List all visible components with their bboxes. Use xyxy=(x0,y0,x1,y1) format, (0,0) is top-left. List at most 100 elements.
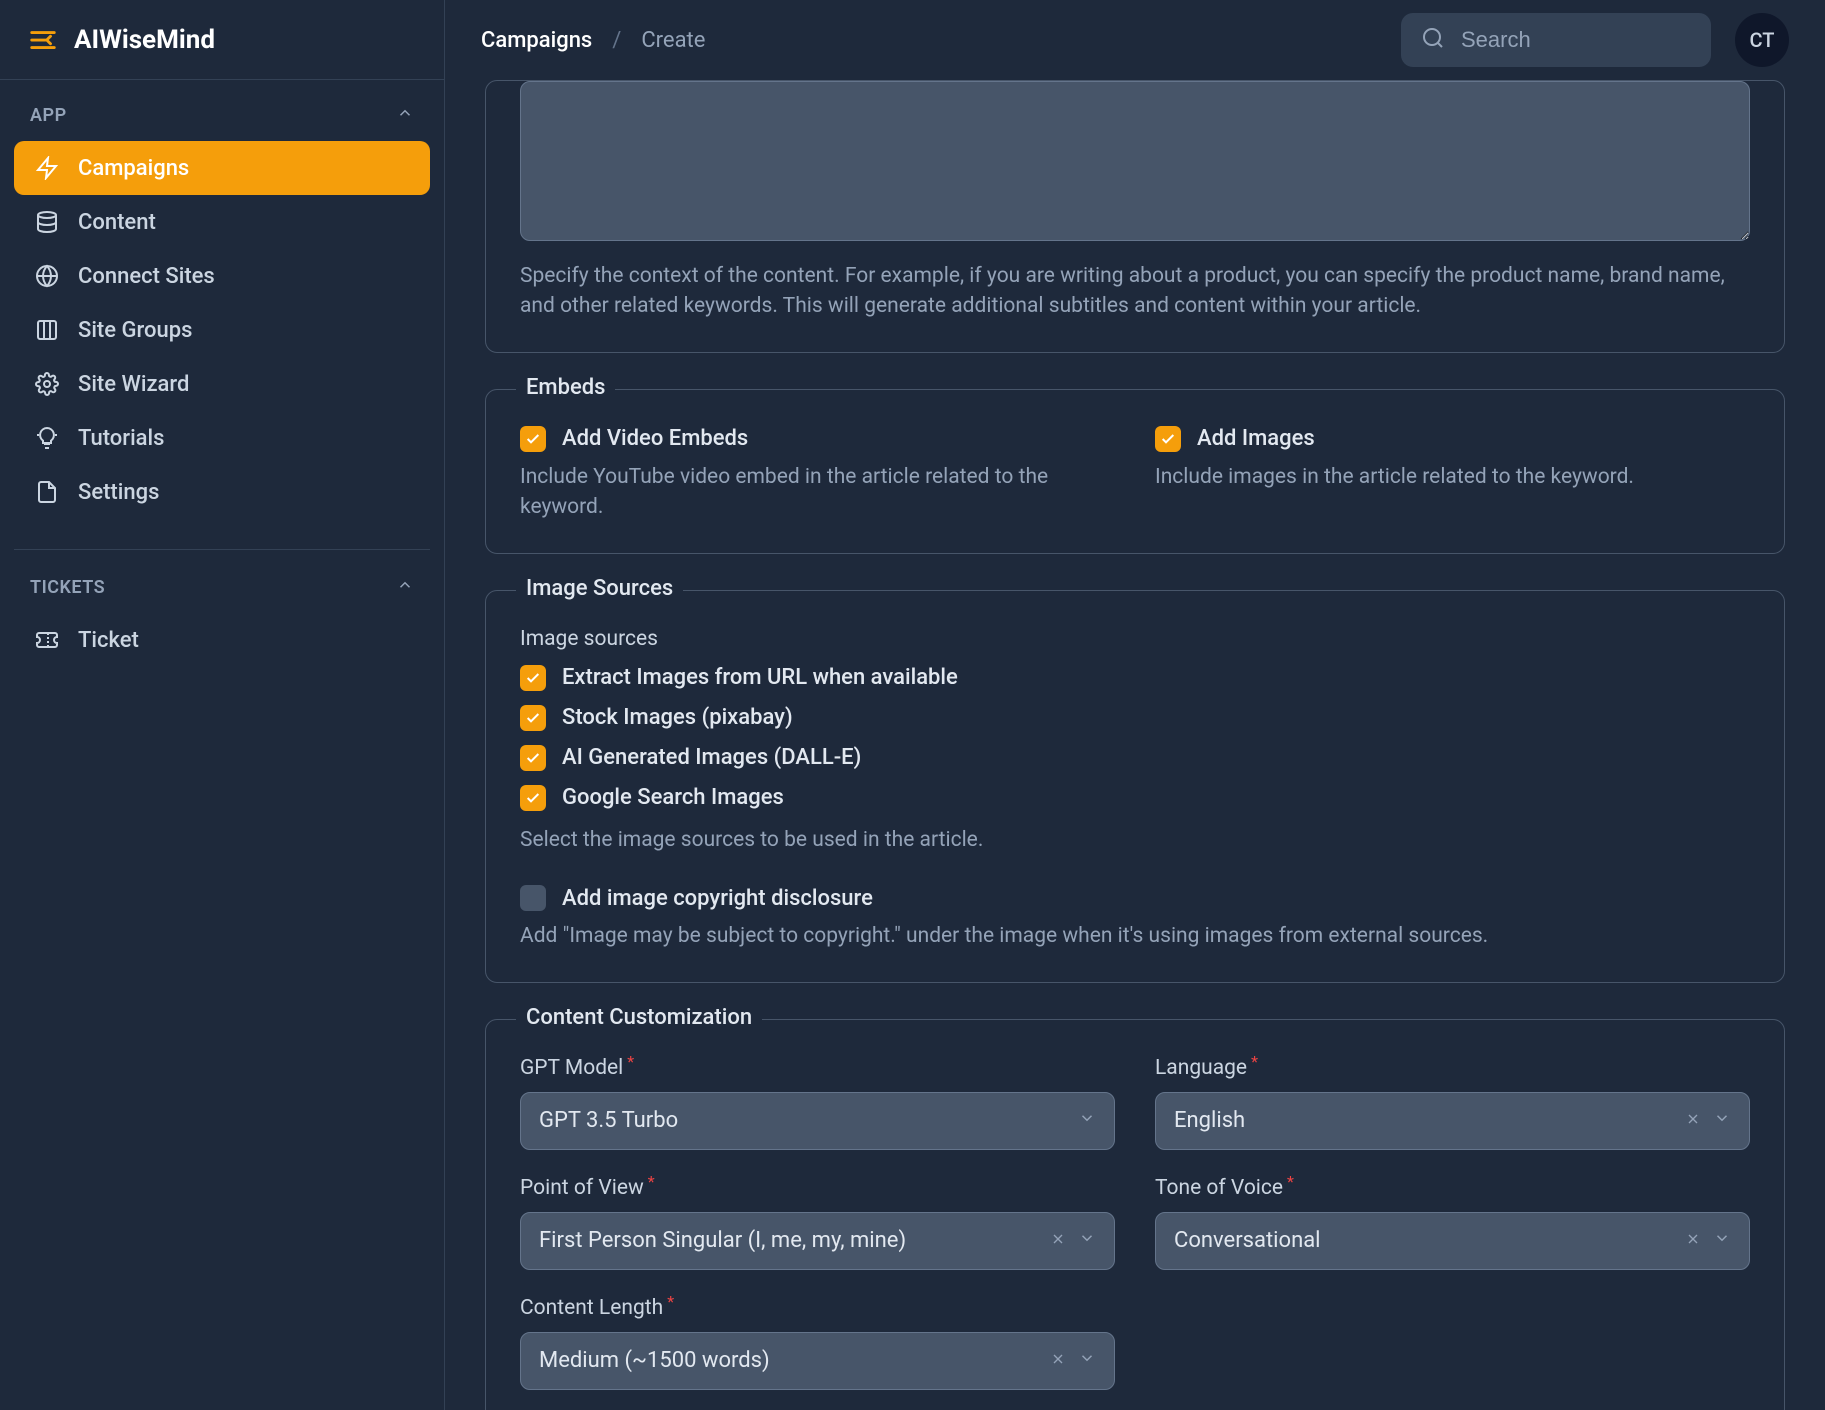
pov-select[interactable]: First Person Singular (I, me, my, mine) xyxy=(520,1212,1115,1270)
pov-label: Point of View xyxy=(520,1176,644,1200)
sidebar-item-site-groups[interactable]: Site Groups xyxy=(14,303,430,357)
language-label: Language xyxy=(1155,1056,1247,1080)
sidebar-item-label: Ticket xyxy=(78,628,139,653)
required-indicator: * xyxy=(667,1292,674,1316)
length-value: Medium (~1500 words) xyxy=(539,1348,1050,1373)
pov-value: First Person Singular (I, me, my, mine) xyxy=(539,1228,1050,1253)
customization-fieldset: Content Customization GPT Model* GPT 3.5… xyxy=(485,1019,1785,1410)
columns-icon xyxy=(34,317,60,343)
length-select[interactable]: Medium (~1500 words) xyxy=(520,1332,1115,1390)
embeds-legend: Embeds xyxy=(516,375,615,400)
image-sources-legend: Image Sources xyxy=(516,576,683,601)
add-images-label: Add Images xyxy=(1197,426,1315,451)
sidebar-item-label: Settings xyxy=(78,480,159,505)
sidebar-item-tutorials[interactable]: Tutorials xyxy=(14,411,430,465)
clear-icon[interactable] xyxy=(1050,1348,1066,1373)
source-extract-url-checkbox[interactable] xyxy=(520,665,546,691)
clear-icon[interactable] xyxy=(1685,1108,1701,1133)
required-indicator: * xyxy=(1287,1172,1294,1196)
chevron-down-icon xyxy=(1713,1108,1731,1133)
sidebar-item-label: Site Groups xyxy=(78,318,192,343)
search-icon xyxy=(1421,26,1445,54)
sidebar-item-label: Content xyxy=(78,210,156,235)
topbar: Campaigns / Create CT xyxy=(445,0,1825,80)
sidebar-item-content[interactable]: Content xyxy=(14,195,430,249)
content: Specify the context of the content. For … xyxy=(445,80,1825,1410)
source-option-label: Extract Images from URL when available xyxy=(562,665,958,690)
main: Campaigns / Create CT Specify the contex… xyxy=(445,0,1825,1410)
breadcrumb: Campaigns / Create xyxy=(481,28,705,53)
source-pixabay-checkbox[interactable] xyxy=(520,705,546,731)
length-label: Content Length xyxy=(520,1296,663,1320)
sidebar-section-tickets: TICKETS Ticket xyxy=(0,570,444,677)
tone-value: Conversational xyxy=(1174,1228,1685,1253)
avatar[interactable]: CT xyxy=(1735,13,1789,67)
lightning-icon xyxy=(34,155,60,181)
lightbulb-icon xyxy=(34,425,60,451)
sidebar-item-label: Site Wizard xyxy=(78,372,189,397)
clear-icon[interactable] xyxy=(1685,1228,1701,1253)
language-value: English xyxy=(1174,1108,1685,1133)
sidebar-item-settings[interactable]: Settings xyxy=(14,465,430,519)
required-indicator: * xyxy=(627,1052,634,1076)
sidebar-item-site-wizard[interactable]: Site Wizard xyxy=(14,357,430,411)
sidebar-item-connect-sites[interactable]: Connect Sites xyxy=(14,249,430,303)
gear-icon xyxy=(34,371,60,397)
context-group: Specify the context of the content. For … xyxy=(485,80,1785,353)
source-option-label: Google Search Images xyxy=(562,785,784,810)
language-select[interactable]: English xyxy=(1155,1092,1750,1150)
copyright-disclosure-checkbox[interactable] xyxy=(520,885,546,911)
required-indicator: * xyxy=(648,1172,655,1196)
search-box[interactable] xyxy=(1401,13,1711,67)
tone-label: Tone of Voice xyxy=(1155,1176,1283,1200)
section-header-app[interactable]: APP xyxy=(14,104,430,141)
database-icon xyxy=(34,209,60,235)
context-help: Specify the context of the content. For … xyxy=(520,261,1750,322)
sidebar-item-campaigns[interactable]: Campaigns xyxy=(14,141,430,195)
video-embeds-checkbox[interactable] xyxy=(520,426,546,452)
section-header-tickets[interactable]: TICKETS xyxy=(14,576,430,613)
required-indicator: * xyxy=(1251,1052,1258,1076)
sidebar-item-ticket[interactable]: Ticket xyxy=(14,613,430,667)
image-sources-fieldset: Image Sources Image sources Extract Imag… xyxy=(485,590,1785,983)
section-label: TICKETS xyxy=(30,577,105,598)
chevron-down-icon xyxy=(1078,1348,1096,1373)
chevron-up-icon xyxy=(396,576,414,599)
sidebar-item-label: Campaigns xyxy=(78,156,189,181)
source-google-checkbox[interactable] xyxy=(520,785,546,811)
add-images-checkbox[interactable] xyxy=(1155,426,1181,452)
video-embeds-desc: Include YouTube video embed in the artic… xyxy=(520,462,1115,523)
sidebar-item-label: Connect Sites xyxy=(78,264,215,289)
sidebar-section-app: APP Campaigns Content xyxy=(0,80,444,529)
gpt-model-select[interactable]: GPT 3.5 Turbo xyxy=(520,1092,1115,1150)
search-input[interactable] xyxy=(1461,27,1691,53)
chevron-down-icon xyxy=(1078,1108,1096,1133)
breadcrumb-separator: / xyxy=(612,28,621,53)
breadcrumb-root[interactable]: Campaigns xyxy=(481,28,592,53)
divider xyxy=(14,549,430,550)
chevron-down-icon xyxy=(1078,1228,1096,1253)
clear-icon[interactable] xyxy=(1050,1228,1066,1253)
copyright-desc: Add "Image may be subject to copyright."… xyxy=(520,921,1750,951)
add-images-desc: Include images in the article related to… xyxy=(1155,462,1750,492)
image-sources-help: Select the image sources to be used in t… xyxy=(520,825,1750,855)
source-option-label: Stock Images (pixabay) xyxy=(562,705,793,730)
context-textarea[interactable] xyxy=(520,81,1750,241)
brand-name: AIWiseMind xyxy=(74,25,215,55)
sidebar-item-label: Tutorials xyxy=(78,426,164,451)
chevron-down-icon xyxy=(1713,1228,1731,1253)
menu-toggle-icon[interactable] xyxy=(28,25,58,55)
source-dalle-checkbox[interactable] xyxy=(520,745,546,771)
source-option-label: AI Generated Images (DALL-E) xyxy=(562,745,861,770)
copyright-label: Add image copyright disclosure xyxy=(562,886,873,911)
sidebar-header: AIWiseMind xyxy=(0,0,444,80)
image-sources-heading: Image sources xyxy=(520,627,1750,651)
video-embeds-label: Add Video Embeds xyxy=(562,426,748,451)
globe-icon xyxy=(34,263,60,289)
gpt-model-value: GPT 3.5 Turbo xyxy=(539,1108,1078,1133)
document-icon xyxy=(34,479,60,505)
gpt-model-label: GPT Model xyxy=(520,1056,623,1080)
tone-select[interactable]: Conversational xyxy=(1155,1212,1750,1270)
section-label: APP xyxy=(30,105,67,126)
sidebar: AIWiseMind APP Campaigns Content xyxy=(0,0,445,1410)
